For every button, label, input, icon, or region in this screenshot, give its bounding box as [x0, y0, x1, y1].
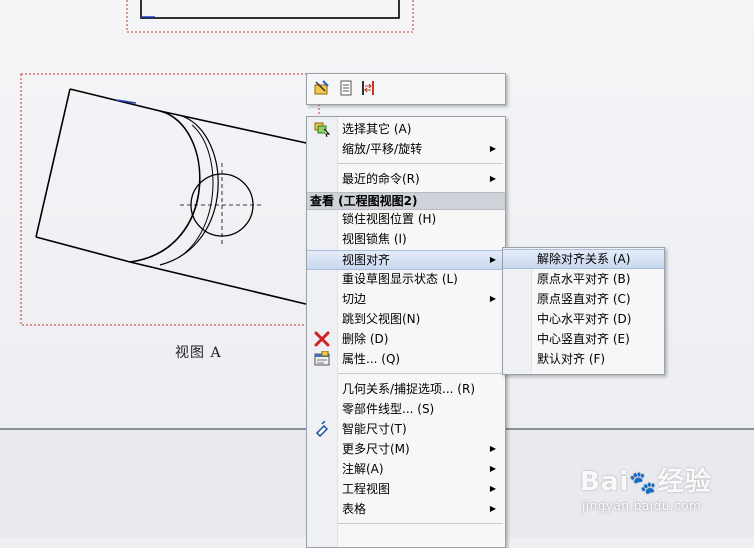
- watermark-brand-text: Bai: [580, 467, 630, 497]
- menu-label: 表格: [342, 502, 367, 516]
- menu-item-select-other[interactable]: 选择其它 (A): [307, 119, 505, 139]
- submenu-item-align-vertical-center[interactable]: 中心竖直对齐 (E): [503, 329, 664, 349]
- menu-label: 重设草图显示状态 (L): [342, 272, 458, 286]
- menu-item-drawing-views[interactable]: 工程视图 ▶: [307, 479, 505, 499]
- menu-item-delete[interactable]: 删除 (D): [307, 329, 505, 349]
- menu-item-properties[interactable]: 属性... (Q): [307, 349, 505, 369]
- menu-label: 跳到父视图(N): [342, 312, 421, 326]
- center-mark: [180, 163, 262, 245]
- menu-item-relations-snaps[interactable]: 几何关系/捕捉选项... (R): [307, 379, 505, 399]
- menu-item-smart-dimension[interactable]: 智能尺寸(T): [307, 419, 505, 439]
- submenu-arrow-icon: ▶: [489, 464, 496, 473]
- align-icon[interactable]: [359, 79, 377, 97]
- view-a-part: [35, 88, 321, 306]
- view-caption: 视图 A: [175, 345, 222, 361]
- watermark-url: jingyan.baidu.com: [582, 499, 702, 513]
- menu-label: 缩放/平移/旋转: [342, 142, 423, 156]
- submenu-arrow-icon: ▶: [489, 255, 496, 264]
- menu-item-component-line-font[interactable]: 零部件线型... (S): [307, 399, 505, 419]
- submenu-item-align-vertical-origin[interactable]: 原点竖直对齐 (C): [503, 289, 664, 309]
- menu-label: 注解(A): [342, 462, 384, 476]
- menu-label: 零部件线型... (S): [342, 402, 435, 416]
- sheet-format-icon[interactable]: [337, 79, 355, 97]
- menu-label: 默认对齐 (F): [537, 352, 606, 366]
- menu-item-reset-sketch-display[interactable]: 重设草图显示状态 (L): [307, 269, 505, 289]
- menu-label: 更多尺寸(M): [342, 442, 410, 456]
- menu-label: 最近的命令(R): [342, 172, 420, 186]
- menu-label: 几何关系/捕捉选项... (R): [342, 382, 476, 396]
- menu-item-more-dimensions[interactable]: 更多尺寸(M) ▶: [307, 439, 505, 459]
- menu-separator: [338, 373, 503, 374]
- menu-item-tangent-edge[interactable]: 切边 ▶: [307, 289, 505, 309]
- menu-item-recent-commands[interactable]: 最近的命令(R) ▶: [307, 169, 505, 189]
- section-header-label: 查看 (工程图视图2): [310, 194, 418, 208]
- menu-item-annotations[interactable]: 注解(A) ▶: [307, 459, 505, 479]
- properties-icon: [314, 351, 330, 366]
- menu-item-jump-to-parent[interactable]: 跳到父视图(N): [307, 309, 505, 329]
- menu-label: 智能尺寸(T): [342, 422, 407, 436]
- menu-item-lock-view-position[interactable]: 锁住视图位置 (H): [307, 209, 505, 229]
- menu-label: 中心竖直对齐 (E): [537, 332, 630, 346]
- submenu-arrow-icon: ▶: [489, 294, 496, 303]
- menu-separator: [338, 523, 503, 524]
- context-toolbar: [306, 73, 506, 105]
- menu-label: 删除 (D): [342, 332, 389, 346]
- submenu-item-break-alignment[interactable]: 解除对齐关系 (A): [503, 249, 664, 269]
- menu-label: 视图对齐: [342, 253, 391, 267]
- upper-view-part: [140, 0, 400, 19]
- delete-icon: [314, 331, 330, 347]
- submenu-item-default-alignment[interactable]: 默认对齐 (F): [503, 349, 664, 369]
- menu-label: 中心水平对齐 (D): [537, 312, 632, 326]
- select-other-icon: [314, 122, 330, 137]
- menu-section-header: 查看 (工程图视图2): [307, 192, 505, 210]
- smart-dimension-icon[interactable]: [313, 79, 331, 97]
- submenu-arrow-icon: ▶: [489, 484, 496, 493]
- watermark-brand: Bai🐾经验: [580, 461, 712, 498]
- menu-item-view-alignment[interactable]: 视图对齐 ▶: [307, 250, 505, 270]
- menu-label: 解除对齐关系 (A): [537, 252, 631, 266]
- menu-label: 切边: [342, 292, 367, 306]
- menu-label: 视图锁焦 (I): [342, 232, 407, 246]
- submenu-arrow-icon: ▶: [489, 444, 496, 453]
- menu-separator: [338, 163, 503, 164]
- submenu-arrow-icon: ▶: [489, 174, 496, 183]
- watermark-brand-cn: 经验: [657, 467, 712, 497]
- submenu-arrow-icon: ▶: [489, 504, 496, 513]
- view-alignment-submenu: 解除对齐关系 (A) 原点水平对齐 (B) 原点竖直对齐 (C) 中心水平对齐 …: [502, 247, 665, 375]
- context-menu: 选择其它 (A) 缩放/平移/旋转 ▶ 最近的命令(R) ▶ 查看 (工程图视图…: [306, 116, 506, 548]
- menu-item-lock-view-focus[interactable]: 视图锁焦 (I): [307, 229, 505, 249]
- paw-icon: 🐾: [629, 471, 658, 496]
- submenu-item-align-horizontal-center[interactable]: 中心水平对齐 (D): [503, 309, 664, 329]
- menu-label: 属性... (Q): [342, 352, 401, 366]
- menu-label: 原点竖直对齐 (C): [537, 292, 631, 306]
- menu-item-zoom-pan-rotate[interactable]: 缩放/平移/旋转 ▶: [307, 139, 505, 159]
- submenu-item-align-horizontal-origin[interactable]: 原点水平对齐 (B): [503, 269, 664, 289]
- view-a-boundary: [20, 73, 320, 326]
- menu-item-tables[interactable]: 表格 ▶: [307, 499, 505, 519]
- menu-label: 工程视图: [342, 482, 391, 496]
- baidu-watermark: Bai🐾经验 jingyan.baidu.com: [580, 455, 750, 517]
- upper-view-boundary: [126, 0, 414, 33]
- menu-label: 选择其它 (A): [342, 122, 412, 136]
- menu-label: 锁住视图位置 (H): [342, 212, 437, 226]
- submenu-arrow-icon: ▶: [489, 144, 496, 153]
- smart-dimension-icon: [315, 421, 329, 437]
- menu-label: 原点水平对齐 (B): [537, 272, 631, 286]
